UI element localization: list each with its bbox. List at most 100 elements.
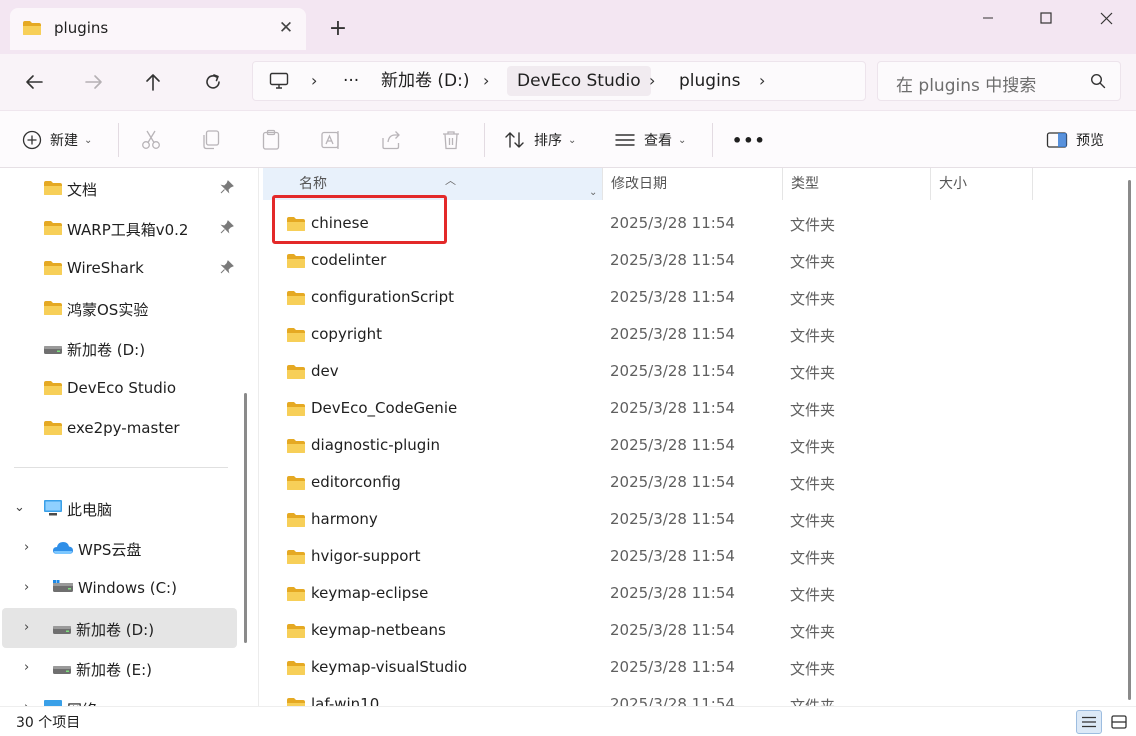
file-modified-date: 2025/3/28 11:54 bbox=[610, 621, 735, 639]
sidebar-scrollbar[interactable] bbox=[244, 393, 247, 643]
pin-icon bbox=[220, 260, 234, 278]
address-bar[interactable]: › ··· 新加卷 (D:) › DevEco Studio › plugins… bbox=[252, 61, 866, 101]
search-box[interactable]: 在 plugins 中搜索 bbox=[877, 61, 1121, 101]
folder-icon bbox=[22, 20, 42, 40]
sidebar-item-documents[interactable]: 文档 bbox=[2, 168, 237, 208]
folder-icon bbox=[286, 327, 306, 347]
arrow-up-icon bbox=[146, 74, 160, 91]
file-list-scrollbar[interactable] bbox=[1128, 180, 1131, 700]
breadcrumb-more[interactable]: ··· bbox=[343, 62, 359, 100]
breadcrumb-deveco-studio[interactable]: DevEco Studio bbox=[507, 66, 651, 96]
sort-button[interactable]: 排序 ⌄ bbox=[504, 111, 576, 169]
preview-pane-button[interactable]: 预览 bbox=[1046, 111, 1104, 169]
sidebar-item-network[interactable]: › 网络 bbox=[2, 688, 237, 706]
title-bar: plugins ✕ + bbox=[0, 0, 1136, 54]
sidebar-item-deveco-studio[interactable]: DevEco Studio bbox=[2, 368, 237, 408]
tab-close-button[interactable]: ✕ bbox=[272, 14, 300, 42]
file-row[interactable]: keymap-netbeans 2025/3/28 11:54 文件夹 bbox=[260, 612, 1106, 649]
file-row[interactable]: laf-win10 2025/3/28 11:54 文件夹 bbox=[260, 686, 1106, 706]
column-header-type[interactable]: 类型 bbox=[783, 168, 931, 200]
more-options-button[interactable]: ••• bbox=[732, 111, 766, 169]
folder-icon bbox=[43, 420, 63, 440]
file-row[interactable]: editorconfig 2025/3/28 11:54 文件夹 bbox=[260, 464, 1106, 501]
cloud-icon bbox=[52, 541, 74, 559]
file-name: laf-win10 bbox=[311, 695, 380, 706]
plus-circle-icon bbox=[22, 130, 42, 150]
breadcrumb-drive-d[interactable]: 新加卷 (D:) bbox=[381, 62, 470, 100]
file-row[interactable]: keymap-visualStudio 2025/3/28 11:54 文件夹 bbox=[260, 649, 1106, 686]
rename-button[interactable] bbox=[320, 111, 342, 169]
pane-divider[interactable] bbox=[258, 168, 259, 706]
sidebar-item-wps-cloud[interactable]: › WPS云盘 bbox=[2, 528, 237, 568]
column-header-date[interactable]: 修改日期 bbox=[603, 168, 783, 200]
sidebar-item-drive-d[interactable]: › 新加卷 (D:) bbox=[2, 608, 237, 648]
folder-icon bbox=[43, 380, 63, 400]
column-header-size[interactable]: 大小 bbox=[931, 168, 1033, 200]
paste-button[interactable] bbox=[260, 111, 282, 169]
sidebar-item-drive-c[interactable]: › Windows (C:) bbox=[2, 568, 237, 608]
file-modified-date: 2025/3/28 11:54 bbox=[610, 695, 735, 706]
new-button-label: 新建 bbox=[50, 133, 78, 149]
folder-icon bbox=[286, 697, 306, 706]
tab-title: plugins bbox=[54, 19, 109, 37]
folder-icon bbox=[286, 586, 306, 606]
sidebar-item-label: 新加卷 (D:) bbox=[67, 341, 146, 359]
file-row[interactable]: hvigor-support 2025/3/28 11:54 文件夹 bbox=[260, 538, 1106, 575]
file-row[interactable]: keymap-eclipse 2025/3/28 11:54 文件夹 bbox=[260, 575, 1106, 612]
close-window-button[interactable] bbox=[1076, 0, 1136, 36]
sidebar-item-warp[interactable]: WARP工具箱v0.2 bbox=[2, 208, 237, 248]
view-button[interactable]: 查看 ⌄ bbox=[614, 111, 686, 169]
maximize-button[interactable] bbox=[1016, 0, 1076, 36]
tiles-view-button[interactable] bbox=[1106, 710, 1132, 734]
new-button[interactable]: 新建 ⌄ bbox=[22, 111, 92, 169]
file-modified-date: 2025/3/28 11:54 bbox=[610, 399, 735, 417]
sidebar-item-harmonyos-lab[interactable]: 鸿蒙OS实验 bbox=[2, 288, 237, 328]
forward-button[interactable] bbox=[74, 64, 114, 100]
file-type: 文件夹 bbox=[790, 586, 836, 604]
chevron-down-icon: ⌄ bbox=[568, 134, 577, 146]
sidebar-item-drive-e[interactable]: › 新加卷 (E:) bbox=[2, 648, 237, 688]
chevron-right-icon: › bbox=[24, 580, 30, 595]
file-row[interactable]: dev 2025/3/28 11:54 文件夹 bbox=[260, 353, 1106, 390]
file-type: 文件夹 bbox=[790, 475, 836, 493]
details-view-button[interactable] bbox=[1076, 710, 1102, 734]
up-button[interactable] bbox=[133, 64, 173, 100]
back-button[interactable] bbox=[14, 64, 54, 100]
navigation-pane: 文档 WARP工具箱v0.2 WireShark 鸿蒙OS实验 新加卷 (D:)… bbox=[0, 168, 250, 706]
details-view-icon bbox=[1082, 716, 1096, 728]
file-modified-date: 2025/3/28 11:54 bbox=[610, 658, 735, 676]
maximize-icon bbox=[1040, 12, 1052, 24]
file-name: editorconfig bbox=[311, 473, 401, 491]
share-button[interactable] bbox=[380, 111, 402, 169]
computer-icon bbox=[43, 499, 63, 521]
breadcrumb-plugins[interactable]: plugins bbox=[679, 62, 740, 100]
chevron-down-icon: ⌄ bbox=[84, 134, 93, 146]
file-row[interactable]: DevEco_CodeGenie 2025/3/28 11:54 文件夹 bbox=[260, 390, 1106, 427]
file-name: codelinter bbox=[311, 251, 387, 269]
delete-button[interactable] bbox=[440, 111, 462, 169]
file-row[interactable]: codelinter 2025/3/28 11:54 文件夹 bbox=[260, 242, 1106, 279]
copy-button[interactable] bbox=[200, 111, 222, 169]
item-count: 30 个项目 bbox=[16, 715, 81, 731]
trash-icon bbox=[443, 131, 459, 150]
cut-button[interactable] bbox=[140, 111, 162, 169]
sidebar-item-wireshark[interactable]: WireShark bbox=[2, 248, 237, 288]
command-bar: 新建 ⌄ 排序 ⌄ 查看 ⌄ ••• 预览 bbox=[0, 110, 1136, 168]
sidebar-item-drive-d-quick[interactable]: 新加卷 (D:) bbox=[2, 328, 237, 368]
minimize-button[interactable] bbox=[958, 0, 1018, 36]
file-row[interactable]: copyright 2025/3/28 11:54 文件夹 bbox=[260, 316, 1106, 353]
folder-icon bbox=[286, 401, 306, 421]
arrow-right-icon bbox=[85, 75, 102, 89]
file-name: DevEco_CodeGenie bbox=[311, 399, 458, 417]
search-input[interactable]: 在 plugins 中搜索 bbox=[896, 71, 1036, 96]
close-icon bbox=[1100, 12, 1112, 24]
refresh-button[interactable] bbox=[193, 64, 233, 100]
file-row[interactable]: configurationScript 2025/3/28 11:54 文件夹 bbox=[260, 279, 1106, 316]
sidebar-item-this-pc[interactable]: ⌄ 此电脑 bbox=[2, 488, 237, 528]
sidebar-item-exe2py[interactable]: exe2py-master bbox=[2, 408, 237, 448]
new-tab-button[interactable]: + bbox=[322, 14, 354, 46]
tab-plugins[interactable]: plugins ✕ bbox=[10, 8, 306, 50]
file-row[interactable]: harmony 2025/3/28 11:54 文件夹 bbox=[260, 501, 1106, 538]
file-row[interactable]: diagnostic-plugin 2025/3/28 11:54 文件夹 bbox=[260, 427, 1106, 464]
chevron-right-icon: › bbox=[311, 71, 318, 90]
